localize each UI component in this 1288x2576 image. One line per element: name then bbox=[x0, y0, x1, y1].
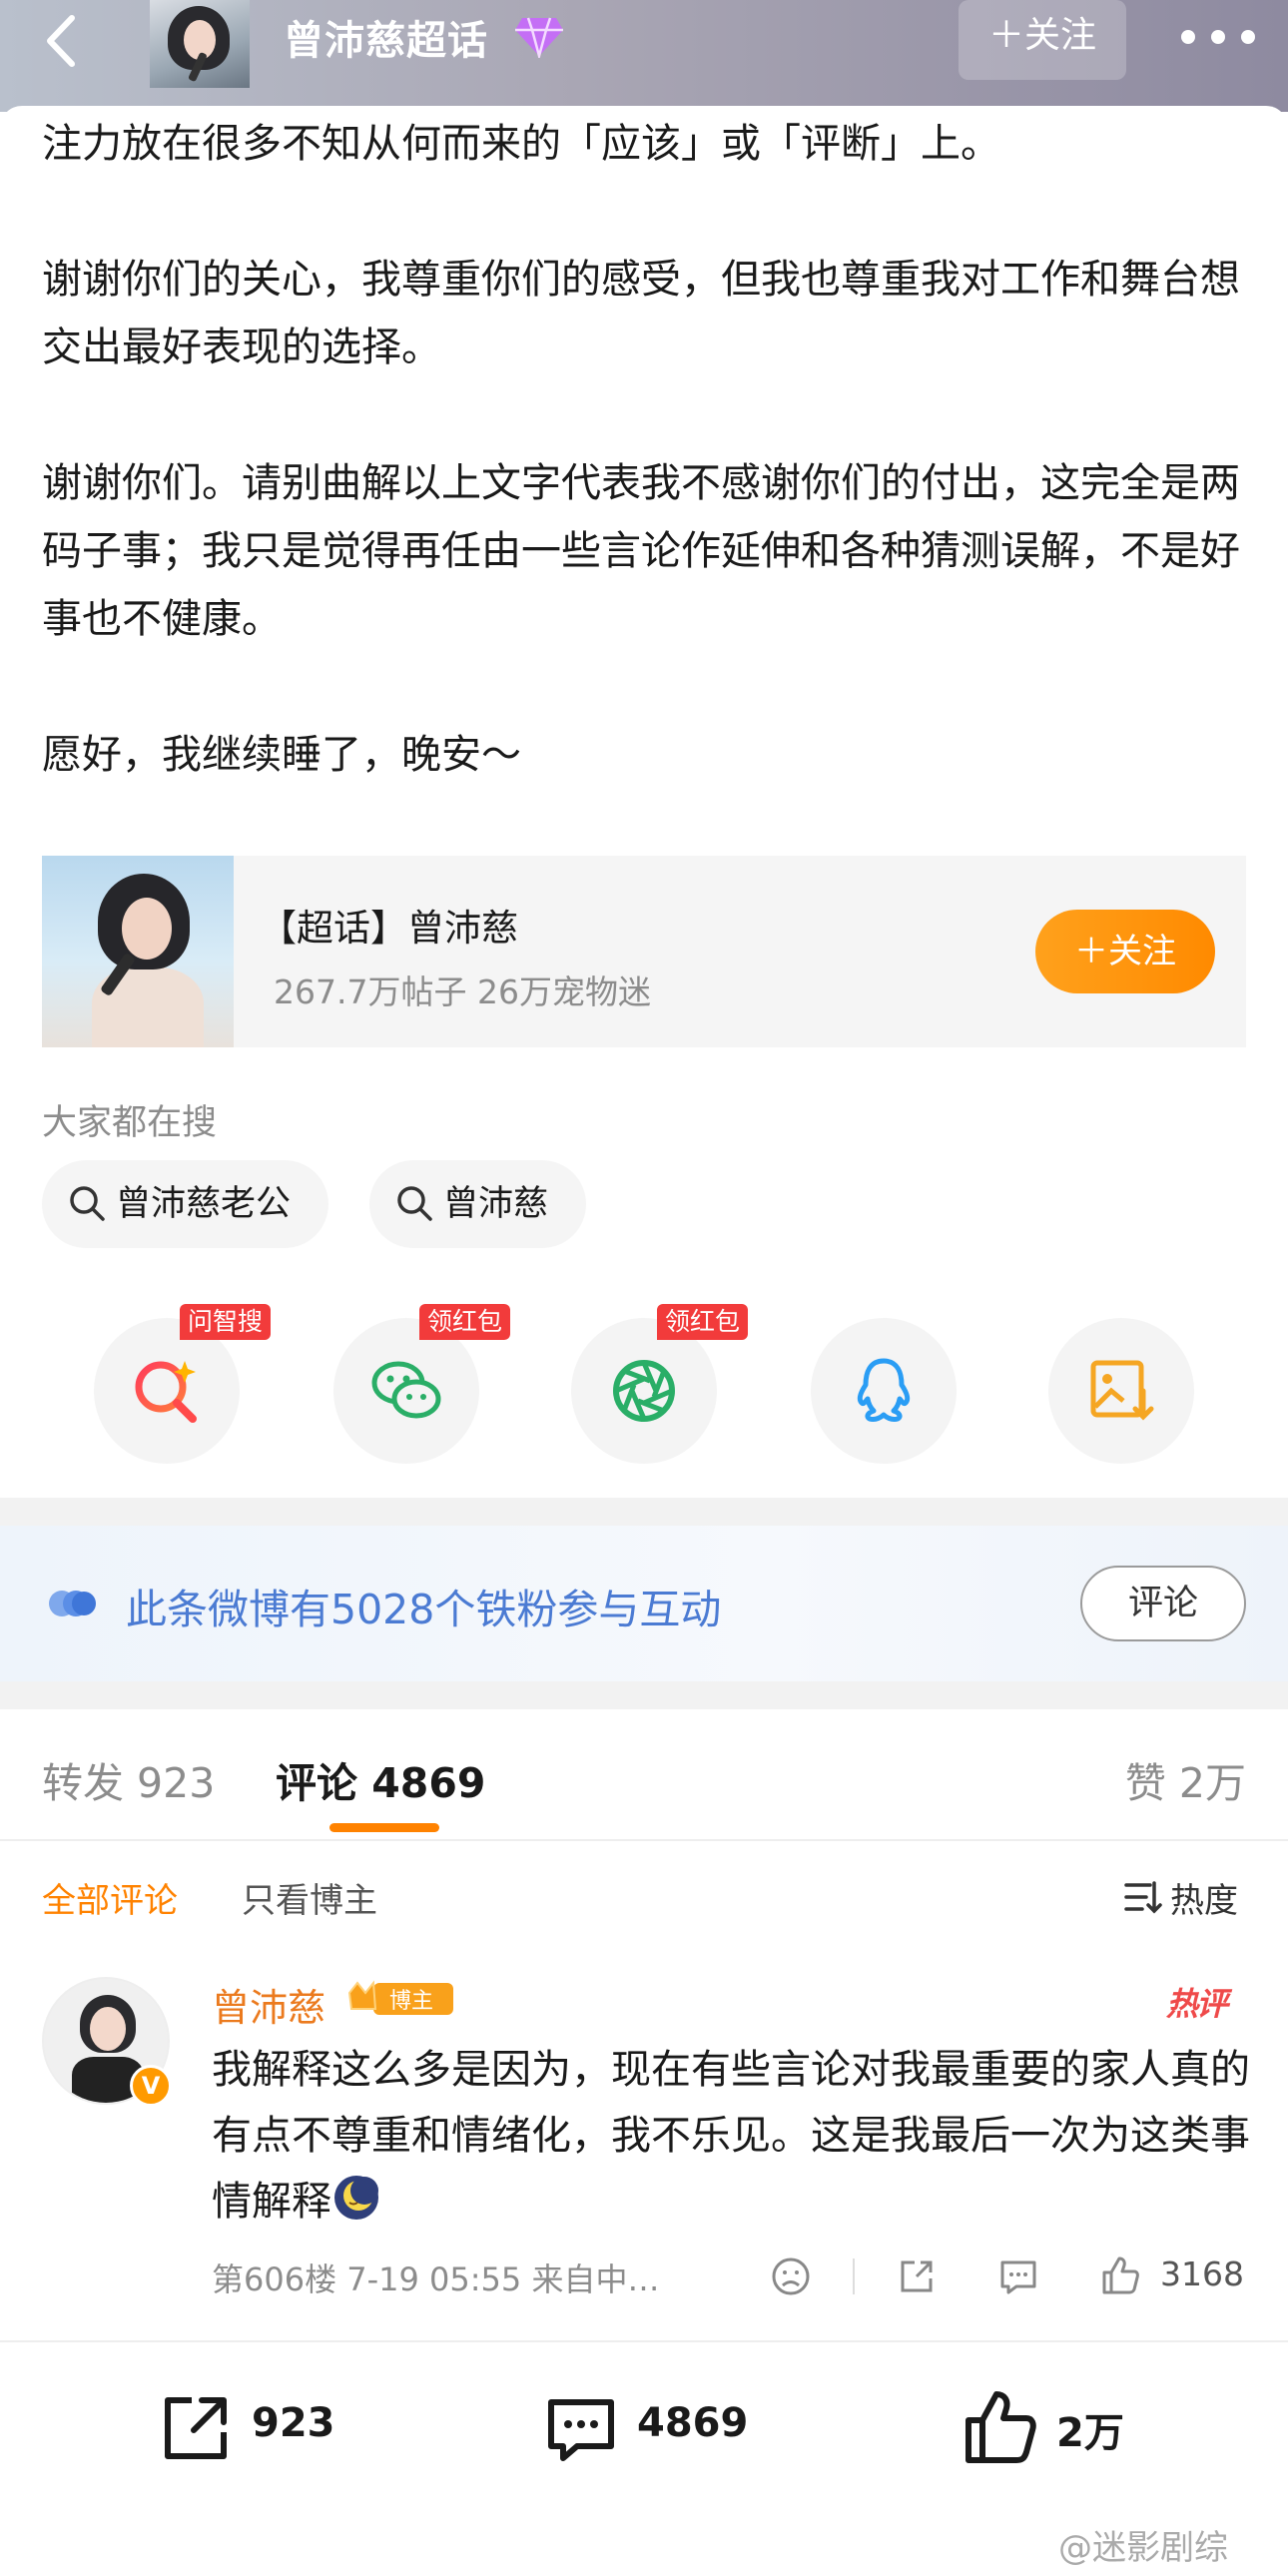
active-tab-indicator bbox=[329, 1823, 439, 1832]
section-divider bbox=[0, 1498, 1288, 1526]
super-topic-avatar[interactable] bbox=[150, 0, 250, 88]
qq-icon bbox=[857, 1358, 911, 1422]
action-separator bbox=[853, 2258, 855, 2294]
thumbs-up-icon bbox=[1102, 2256, 1139, 2294]
trending-search-heading: 大家都在搜 bbox=[42, 1103, 218, 1143]
fan-interaction-text: 此条微博有5028个铁粉参与互动 bbox=[126, 1586, 722, 1633]
comment-icon bbox=[548, 2399, 614, 2461]
dislike-button[interactable] bbox=[769, 2254, 813, 2302]
share-badge: 领红包 bbox=[657, 1304, 749, 1340]
verified-badge-icon: V bbox=[130, 2065, 172, 2107]
diamond-level-icon bbox=[515, 17, 563, 58]
comment-text: 我解释这么多是因为，现在有些言论对我最重要的家人真的有点不尊重和情绪化，我不乐见… bbox=[212, 2037, 1250, 2235]
tab-divider bbox=[0, 1839, 1288, 1841]
filter-poster-only[interactable]: 只看博主 bbox=[242, 1873, 377, 1922]
super-topic-cover-image bbox=[42, 856, 234, 1047]
hot-comment-badge: 热评 bbox=[1166, 1985, 1228, 2023]
ai-search-icon bbox=[135, 1361, 197, 1423]
super-topic-name: 【超话】曾沛慈 bbox=[260, 907, 518, 950]
search-suggestion-chip[interactable]: 曾沛慈 bbox=[369, 1160, 587, 1248]
qq-share-button[interactable] bbox=[811, 1318, 957, 1464]
tab-comments[interactable]: 评论 4869 bbox=[276, 1749, 485, 1809]
dislike-face-icon bbox=[772, 2257, 810, 2295]
share-badge: 领红包 bbox=[419, 1304, 511, 1340]
search-suggestion-chip[interactable]: 曾沛慈老公 bbox=[42, 1160, 329, 1248]
search-icon bbox=[397, 1186, 432, 1221]
super-topic-stats: 267.7万帖子 26万宠物迷 bbox=[274, 972, 651, 1011]
like-count: 2万 bbox=[1056, 2410, 1124, 2456]
super-topic-title[interactable]: 曾沛慈超话 bbox=[284, 8, 488, 66]
header-follow-button[interactable]: ＋关注 bbox=[959, 0, 1126, 80]
comment-like-button[interactable] bbox=[1098, 2254, 1142, 2302]
reply-icon bbox=[1000, 2260, 1036, 2294]
share-icon bbox=[901, 2260, 933, 2292]
share-badge: 问智搜 bbox=[180, 1304, 272, 1340]
more-options-icon[interactable] bbox=[1176, 22, 1260, 52]
blogger-badge-icon: 博主 bbox=[347, 1980, 453, 2015]
fan-comment-button[interactable]: 评论 bbox=[1080, 1566, 1246, 1641]
sort-icon[interactable] bbox=[1122, 1877, 1162, 1917]
fans-icon bbox=[49, 1591, 96, 1616]
repost-icon bbox=[165, 2397, 227, 2459]
bottom-bar-divider bbox=[0, 2340, 1288, 2342]
super-topic-follow-button[interactable]: ＋关注 bbox=[1035, 910, 1215, 993]
moments-icon bbox=[613, 1360, 675, 1422]
repost-count: 923 bbox=[252, 2400, 335, 2446]
tab-repost[interactable]: 转发 923 bbox=[42, 1749, 215, 1809]
post-body: 注力放在很多不知从何而来的「应该」或「评断」上。 谢谢你们的关心，我尊重你们的感… bbox=[42, 110, 1250, 857]
comment-share-button[interactable] bbox=[895, 2254, 939, 2302]
search-suggestion-label: 曾沛慈 bbox=[443, 1184, 549, 1224]
search-icon bbox=[70, 1186, 105, 1221]
save-image-icon bbox=[1090, 1360, 1154, 1421]
moments-share-button[interactable]: 领红包 bbox=[571, 1304, 749, 1464]
top-header: 曾沛慈超话 ＋关注 bbox=[0, 0, 1288, 112]
post-paragraph: 谢谢你们。请别曲解以上文字代表我不感谢你们的付出，这完全是两码子事；我只是觉得再… bbox=[42, 460, 1240, 642]
thumbs-up-icon bbox=[966, 2391, 1036, 2463]
super-topic-card[interactable]: 【超话】曾沛慈 267.7万帖子 26万宠物迷 ＋关注 bbox=[42, 856, 1246, 1047]
blogger-badge-label: 博主 bbox=[389, 1989, 433, 2014]
post-paragraph: 愿好，我继续睡了，晚安～ bbox=[42, 732, 521, 778]
section-divider bbox=[0, 1681, 1288, 1709]
save-image-button[interactable] bbox=[1048, 1318, 1194, 1464]
moon-emoji-icon bbox=[334, 2176, 378, 2220]
post-paragraph: 谢谢你们的关心，我尊重你们的感受，但我也尊重我对工作和舞台想交出最好表现的选择。 bbox=[42, 257, 1240, 370]
comment-like-count: 3168 bbox=[1160, 2254, 1244, 2293]
tab-likes[interactable]: 赞 2万 bbox=[1125, 1749, 1246, 1809]
watermark: @迷影剧综 bbox=[1058, 2528, 1228, 2568]
comment-count: 4869 bbox=[637, 2400, 749, 2446]
post-paragraph: 注力放在很多不知从何而来的「应该」或「评断」上。 bbox=[42, 121, 1000, 167]
filter-all-comments[interactable]: 全部评论 bbox=[42, 1873, 178, 1922]
fan-interaction-banner[interactable]: 此条微博有5028个铁粉参与互动 评论 bbox=[0, 1526, 1288, 1681]
sort-by-hot-label[interactable]: 热度 bbox=[1170, 1873, 1238, 1922]
wechat-share-button[interactable]: 领红包 bbox=[333, 1304, 511, 1464]
back-arrow-icon[interactable] bbox=[28, 6, 98, 76]
wechat-icon bbox=[371, 1361, 441, 1419]
comment-reply-button[interactable] bbox=[996, 2254, 1040, 2302]
search-suggestion-label: 曾沛慈老公 bbox=[116, 1184, 292, 1224]
ai-search-share-button[interactable]: 问智搜 bbox=[94, 1304, 272, 1464]
comment-meta: 第606楼 7-19 05:55 来自中… bbox=[212, 2260, 660, 2298]
commenter-name[interactable]: 曾沛慈 bbox=[212, 1977, 325, 2032]
